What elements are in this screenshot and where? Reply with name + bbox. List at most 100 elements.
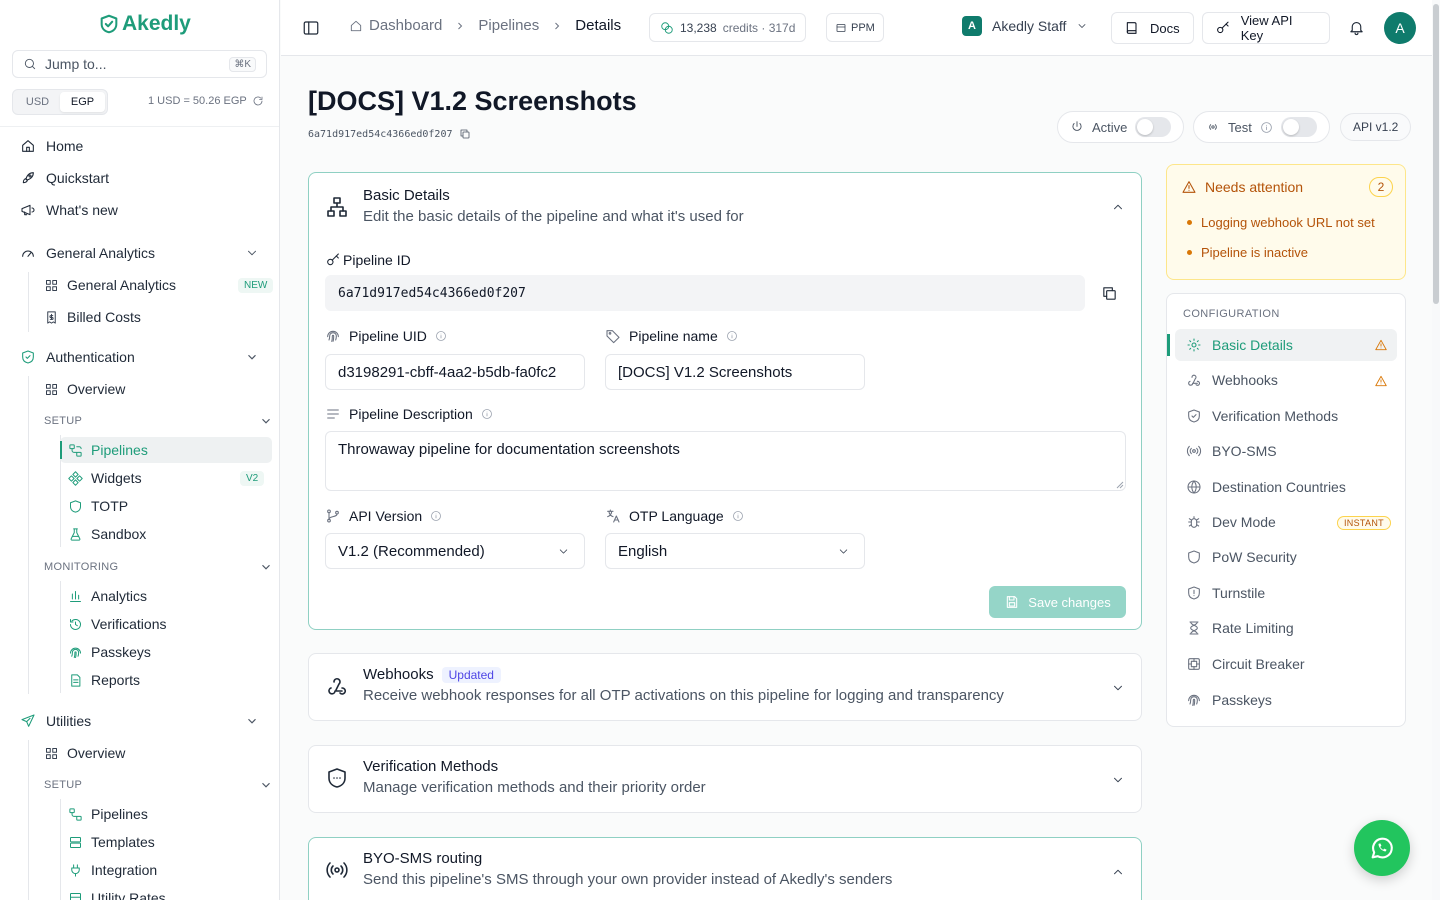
info-icon[interactable] <box>1260 121 1273 134</box>
whatsapp-chat-button[interactable] <box>1354 820 1410 876</box>
config-item-webhooks[interactable]: Webhooks <box>1186 370 1278 390</box>
chevron-down-icon[interactable] <box>245 350 259 364</box>
basic-details-header[interactable]: Basic Details Edit the basic details of … <box>325 187 744 225</box>
sidebar-group-authentication[interactable]: Authentication <box>20 346 135 368</box>
sidebar-item-utility-pipelines[interactable]: Pipelines <box>68 803 148 825</box>
sidebar-item-widgets[interactable]: Widgets <box>68 467 142 489</box>
breadcrumb-dashboard[interactable]: Dashboard <box>369 17 442 34</box>
sidebar-item-home[interactable]: Home <box>20 135 83 157</box>
akedly-logo[interactable]: Akedly <box>98 12 191 36</box>
chevron-down-icon[interactable] <box>245 714 259 728</box>
chevron-down-icon[interactable] <box>259 560 273 574</box>
attention-item[interactable]: Pipeline is inactive <box>1187 245 1308 260</box>
copy-icon[interactable] <box>459 128 471 140</box>
verification-methods-card[interactable]: Verification Methods Manage verification… <box>308 745 1142 813</box>
label-text: Pipeline Description <box>349 406 473 422</box>
card-icon <box>836 23 846 32</box>
breadcrumb-pipelines[interactable]: Pipelines <box>478 17 539 34</box>
resize-handle-icon[interactable] <box>1116 481 1124 489</box>
save-changes-button[interactable]: Save changes <box>989 586 1126 618</box>
pipeline-id-field[interactable]: 6a71d917ed54c4366ed0f207 <box>325 275 1085 311</box>
chevron-up-icon[interactable] <box>1111 865 1125 879</box>
info-icon[interactable] <box>732 510 744 522</box>
sidebar-item-pipelines[interactable]: Pipelines <box>68 439 148 461</box>
config-item-byo-sms[interactable]: BYO-SMS <box>1186 441 1277 461</box>
bell-icon[interactable] <box>1348 19 1365 36</box>
sidebar-item-passkeys[interactable]: Passkeys <box>68 641 151 663</box>
sidebar-item-auth-overview[interactable]: Overview <box>44 378 125 400</box>
pipeline-name-field[interactable]: [DOCS] V1.2 Screenshots <box>605 354 865 390</box>
otp-language-select[interactable]: English <box>605 533 865 569</box>
test-switch[interactable] <box>1280 117 1317 137</box>
config-item-rate-limiting[interactable]: Rate Limiting <box>1186 618 1294 638</box>
sidebar-item-whats-new[interactable]: What's new <box>20 199 118 221</box>
otp-language-label: OTP Language <box>605 508 744 524</box>
docs-button[interactable]: Docs <box>1111 12 1194 44</box>
config-item-circuit-breaker[interactable]: Circuit Breaker <box>1186 654 1305 674</box>
pipeline-description-field[interactable]: Throwaway pipeline for documentation scr… <box>325 431 1126 491</box>
warning-icon <box>1182 181 1196 193</box>
config-item-pow-security[interactable]: PoW Security <box>1186 547 1297 567</box>
label-text: Pipeline name <box>629 328 718 344</box>
sidebar-group-utilities[interactable]: Utilities <box>20 710 91 732</box>
jump-placeholder: Jump to... <box>45 56 107 72</box>
config-item-destination-countries[interactable]: Destination Countries <box>1186 477 1346 497</box>
config-item-passkeys[interactable]: Passkeys <box>1186 690 1272 710</box>
user-avatar[interactable]: A <box>1384 12 1416 44</box>
test-toggle[interactable]: Test <box>1193 111 1330 143</box>
active-switch[interactable] <box>1135 117 1172 137</box>
credits-pill[interactable]: 13,238 credits · 317d <box>649 13 807 42</box>
chevron-up-icon[interactable] <box>1111 200 1125 214</box>
ppm-pill[interactable]: PPM <box>826 13 884 42</box>
scrollbar-thumb[interactable] <box>1433 4 1439 304</box>
jump-to-search[interactable]: Jump to... ⌘K <box>12 50 267 78</box>
config-item-label: Verification Methods <box>1212 408 1339 424</box>
sidebar-item-verifications[interactable]: Verifications <box>68 613 166 635</box>
chevron-down-icon[interactable] <box>259 778 273 792</box>
attention-item[interactable]: Logging webhook URL not set <box>1187 215 1375 230</box>
chevron-down-icon[interactable] <box>245 246 259 260</box>
grid-icon <box>46 747 57 759</box>
info-icon[interactable] <box>481 408 493 420</box>
credits-suffix: credits · 317d <box>722 20 796 35</box>
sidebar-toggle-icon[interactable] <box>302 19 320 37</box>
text-align-icon <box>327 409 339 419</box>
sidebar-item-integration[interactable]: Integration <box>68 859 157 881</box>
copy-icon[interactable] <box>1101 285 1118 302</box>
config-item-dev-mode[interactable]: Dev Mode <box>1186 512 1276 532</box>
config-item-basic-details[interactable]: Basic Details <box>1186 335 1293 355</box>
sidebar-item-utilities-overview[interactable]: Overview <box>44 742 125 764</box>
pipeline-uid-field[interactable]: d3198291-cbff-4aa2-b5db-fa0fc2 <box>325 354 585 390</box>
webhooks-card[interactable]: Webhooks Updated Receive webhook respons… <box>308 653 1142 721</box>
config-item-verification-methods[interactable]: Verification Methods <box>1186 406 1338 426</box>
sidebar-item-quickstart[interactable]: Quickstart <box>20 167 109 189</box>
sidebar-item-sandbox[interactable]: Sandbox <box>68 523 146 545</box>
info-icon[interactable] <box>435 330 447 342</box>
sidebar-item-reports[interactable]: Reports <box>68 669 140 691</box>
sidebar-group-general-analytics[interactable]: General Analytics <box>20 242 155 264</box>
chevron-down-icon[interactable] <box>1111 773 1125 787</box>
chevron-down-icon[interactable] <box>259 414 273 428</box>
currency-egp[interactable]: EGP <box>60 92 105 112</box>
chevron-down-icon[interactable] <box>1111 681 1125 695</box>
currency-usd[interactable]: USD <box>15 92 60 112</box>
info-icon[interactable] <box>430 510 442 522</box>
pipeline-description-label: Pipeline Description <box>325 406 493 422</box>
sidebar-item-utility-rates[interactable]: Utility Rates <box>68 887 166 900</box>
grid-icon <box>46 383 57 395</box>
api-version-select[interactable]: V1.2 (Recommended) <box>325 533 585 569</box>
sidebar-item-billed-costs[interactable]: Billed Costs <box>44 306 141 328</box>
config-item-turnstile[interactable]: Turnstile <box>1186 583 1265 603</box>
byo-sms-header[interactable]: BYO-SMS routing Send this pipeline's SMS… <box>325 850 892 888</box>
sidebar-item-analytics[interactable]: Analytics <box>68 585 147 607</box>
info-icon[interactable] <box>726 330 738 342</box>
sidebar-item-general-analytics[interactable]: General Analytics <box>44 274 176 296</box>
api-version-tag: API v1.2 <box>1340 113 1412 141</box>
org-switcher[interactable]: A Akedly Staff <box>962 16 1088 36</box>
sidebar-item-totp[interactable]: TOTP <box>68 495 128 517</box>
refresh-icon[interactable] <box>252 95 264 107</box>
key-icon <box>1217 21 1229 34</box>
active-toggle[interactable]: Active <box>1057 111 1185 143</box>
view-api-key-button[interactable]: View API Key <box>1202 12 1330 44</box>
sidebar-item-templates[interactable]: Templates <box>68 831 155 853</box>
